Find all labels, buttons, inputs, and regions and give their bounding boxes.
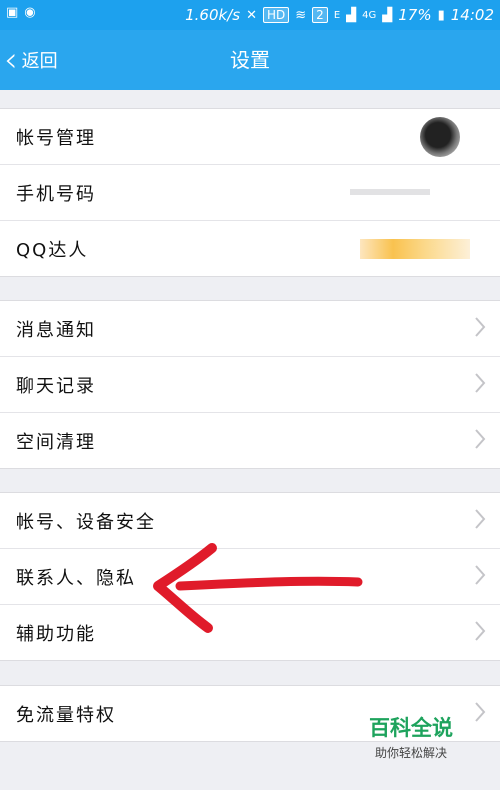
network-speed: 1.60k/s: [185, 6, 241, 24]
row-label: 手机号码: [16, 183, 96, 205]
chevron-left-icon: ‹: [4, 40, 18, 80]
chevron-right-icon: [474, 701, 486, 723]
settings-row-chat-history[interactable]: 聊天记录: [0, 357, 500, 413]
watermark-subtitle: 助你轻松解决: [374, 746, 447, 760]
chevron-right-icon: [474, 508, 486, 530]
row-label: 帐号、设备安全: [16, 511, 156, 533]
row-label: 帐号管理: [16, 127, 96, 149]
qq-level-badge: [360, 239, 470, 259]
watermark-title: 百科全说: [369, 716, 453, 740]
chevron-right-icon: [474, 372, 486, 394]
settings-row-account-management[interactable]: 帐号管理: [0, 109, 500, 165]
annotation-arrow-icon: [153, 543, 363, 633]
row-label: QQ达人: [16, 239, 89, 261]
account-section: 帐号管理 手机号码 QQ达人: [0, 108, 500, 277]
back-button[interactable]: ‹ 返回: [4, 40, 58, 80]
chevron-right-icon: [474, 620, 486, 642]
row-label: 聊天记录: [16, 375, 96, 397]
phone-number-redacted: [350, 189, 430, 195]
row-label: 辅助功能: [16, 623, 96, 645]
hd-badge: HD: [263, 7, 290, 23]
status-bar: ▣ ◉ 1.60k/s ✕ HD ≋ 2 E ▟ 4G ▟ 17% ▮ 14:0…: [0, 0, 500, 30]
wifi-icon: ≋: [295, 7, 307, 23]
title-bar: 设置 ‹ 返回: [0, 30, 500, 90]
row-label: 消息通知: [16, 319, 96, 341]
signal-icon: ▟: [346, 7, 357, 23]
mute-icon: ✕: [246, 7, 257, 23]
battery-level: 17%: [398, 6, 432, 24]
network-4g-label: 4G: [362, 9, 377, 21]
settings-row-qq-expert[interactable]: QQ达人: [0, 221, 500, 276]
row-label: 免流量特权: [16, 704, 116, 726]
settings-row-storage-cleanup[interactable]: 空间清理: [0, 413, 500, 468]
clock: 14:02: [450, 6, 494, 24]
chevron-right-icon: [474, 428, 486, 450]
row-label: 联系人、隐私: [16, 567, 136, 589]
settings-row-phone-number[interactable]: 手机号码: [0, 165, 500, 221]
settings-row-notifications[interactable]: 消息通知: [0, 301, 500, 357]
sim-badge: 2: [312, 7, 328, 23]
gallery-icon: ▣: [6, 5, 19, 20]
messages-section: 消息通知 聊天记录 空间清理: [0, 300, 500, 469]
battery-icon: ▮: [437, 7, 445, 23]
chevron-right-icon: [474, 564, 486, 586]
app-icon: ◉: [24, 5, 36, 20]
watermark: 百科全说 助你轻松解决: [352, 712, 470, 766]
network-e-label: E: [333, 9, 341, 21]
back-label: 返回: [21, 51, 58, 72]
signal-icon-2: ▟: [382, 7, 393, 23]
chevron-right-icon: [474, 316, 486, 338]
avatar: [420, 117, 460, 157]
row-label: 空间清理: [16, 431, 96, 453]
page-title: 设置: [230, 48, 270, 72]
